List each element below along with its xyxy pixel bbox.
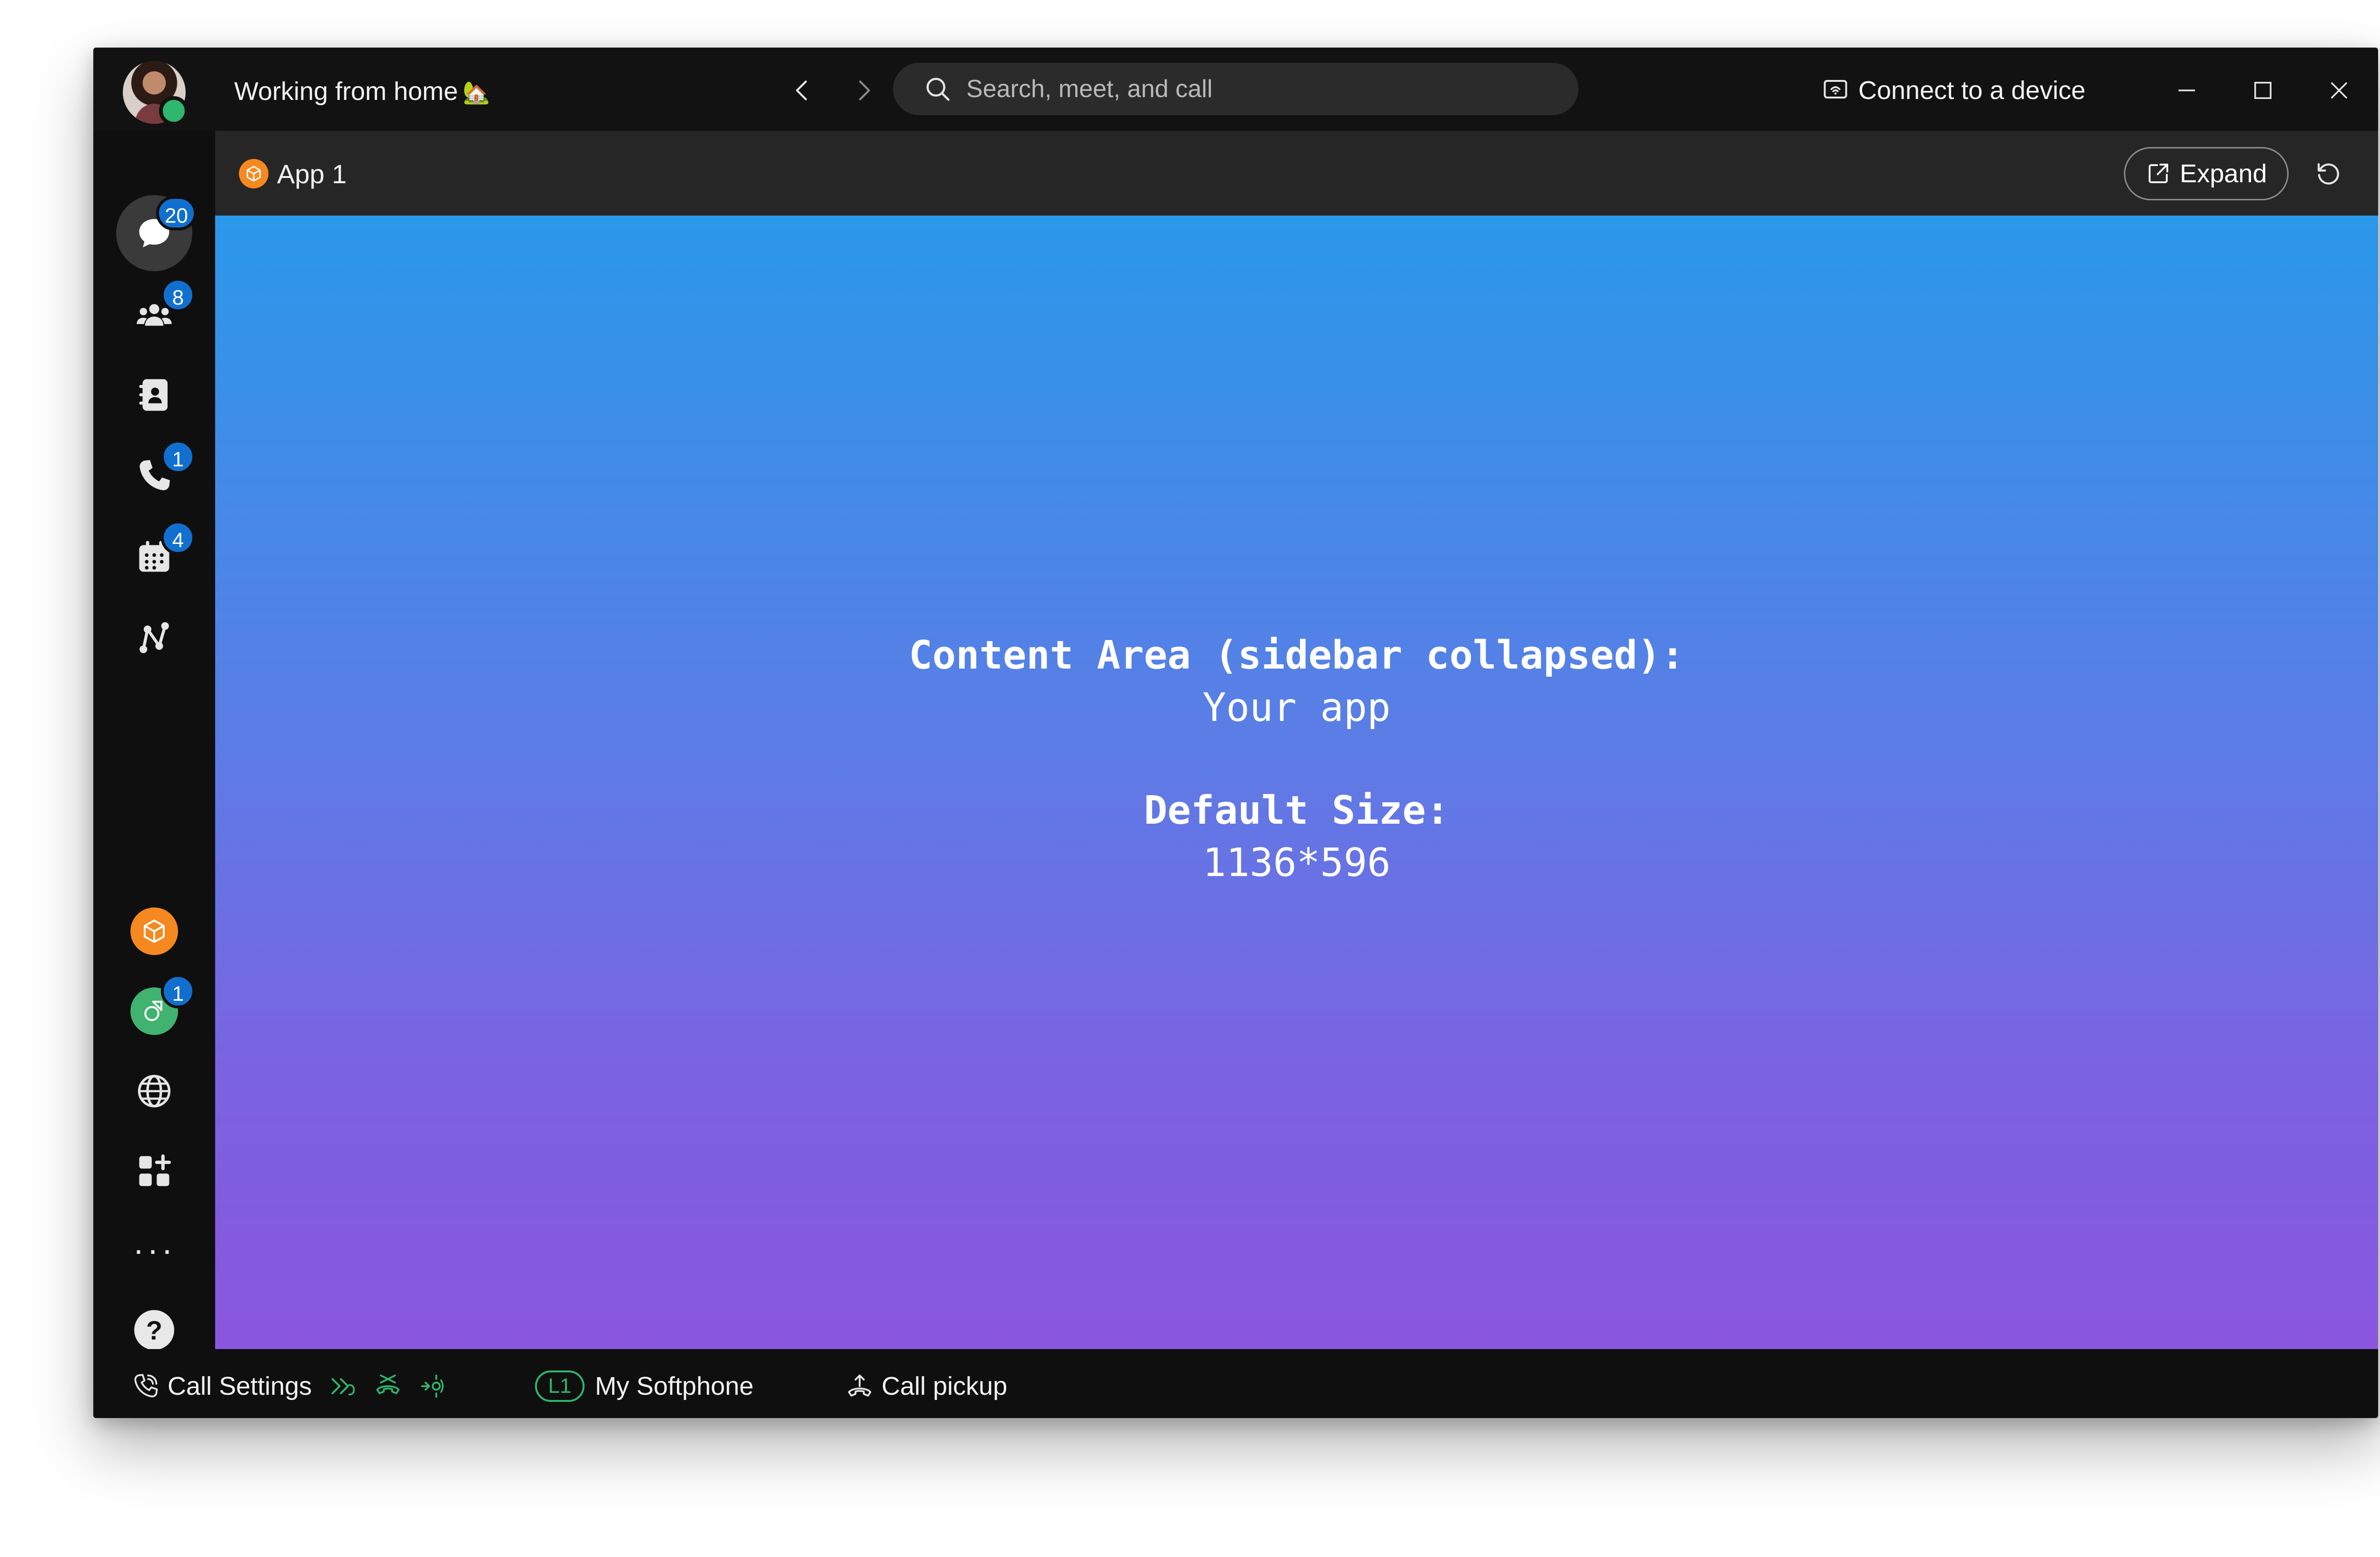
presence-status-indicator [159, 96, 188, 126]
call-pickup-button[interactable]: Call pickup [845, 1367, 1007, 1405]
more-options-icon: ··· [133, 1231, 176, 1269]
reload-button[interactable] [2305, 150, 2352, 197]
tab-app-label: App 1 [277, 158, 347, 189]
search-input[interactable] [965, 74, 1538, 104]
sidebar-item-connections[interactable] [116, 600, 192, 676]
default-size-value: 1136*596 [1202, 840, 1391, 886]
content-info-text: Content Area (sidebar collapsed): Your a… [215, 630, 2378, 889]
connect-label: Connect to a device [1858, 76, 2086, 105]
close-button[interactable] [2315, 67, 2363, 114]
app-window: Working from home🏡 Connect to a device [93, 48, 2378, 1418]
teams-badge: 8 [161, 278, 195, 312]
minimize-icon [2178, 89, 2195, 91]
messaging-unread-badge: 20 [156, 196, 197, 230]
home-emoji-icon: 🏡 [463, 80, 490, 105]
apps-add-icon [139, 1154, 171, 1186]
chevron-left-icon [796, 80, 807, 100]
search-icon [926, 78, 950, 101]
meetings-badge: 4 [161, 521, 195, 555]
app-cube-icon [130, 907, 178, 955]
call-settings-label: Call Settings [168, 1372, 312, 1400]
back-button[interactable] [783, 71, 822, 109]
tab-app-1[interactable]: App 1 [239, 155, 347, 193]
embedded-app-content-area[interactable]: Content Area (sidebar collapsed): Your a… [215, 216, 2378, 1349]
app-cube-icon [239, 159, 268, 188]
globe-icon [138, 1074, 171, 1108]
call-status-bar: Call Settings L1 My Softphone Call picku… [93, 1349, 2378, 1418]
network-nodes-icon [139, 622, 169, 653]
chevron-right-icon [859, 80, 870, 100]
status-message-text: Working from home [234, 77, 458, 106]
close-icon [2331, 82, 2347, 99]
line-selector-button[interactable]: L1 My Softphone [535, 1367, 754, 1405]
navigation-sidebar: 20 8 1 4 1 ··· ? [93, 131, 215, 1350]
app-tab-bar: App 1 Expand [215, 131, 2378, 216]
minimize-button[interactable] [2163, 67, 2211, 114]
refresh-icon [2318, 163, 2339, 185]
status-message[interactable]: Working from home 🏡 [234, 76, 490, 108]
single-number-reach-icon[interactable] [418, 1372, 447, 1400]
call-forward-icon[interactable] [329, 1372, 357, 1400]
sidebar-item-embedded-app-1[interactable] [116, 893, 192, 969]
calling-badge: 1 [161, 440, 195, 474]
profile-avatar[interactable] [123, 61, 188, 126]
line-badge: L1 [535, 1370, 585, 1402]
sidebar-item-calling[interactable]: 1 [116, 438, 195, 514]
device-connect-icon [1824, 80, 1847, 99]
call-settings-button[interactable]: Call Settings [131, 1367, 447, 1405]
embedded-app-badge: 1 [161, 974, 195, 1008]
sidebar-item-teams[interactable]: 8 [116, 276, 195, 352]
call-pickup-icon [848, 1374, 872, 1397]
maximize-icon [2254, 82, 2271, 99]
search-bar[interactable] [893, 63, 1578, 115]
connect-to-device-button[interactable]: Connect to a device [1821, 71, 2085, 109]
external-open-icon [2149, 163, 2169, 183]
forward-button[interactable] [844, 71, 883, 109]
content-title: Content Area (sidebar collapsed): [909, 633, 1685, 678]
expand-button[interactable]: Expand [2124, 147, 2289, 200]
content-subtitle: Your app [1202, 685, 1391, 730]
call-pickup-label: Call pickup [882, 1372, 1008, 1400]
default-size-title: Default Size: [1144, 788, 1449, 833]
softphone-label: My Softphone [595, 1372, 754, 1400]
maximize-button[interactable] [2239, 67, 2287, 114]
contacts-book-icon [139, 379, 168, 411]
sidebar-item-add-apps[interactable] [116, 1133, 192, 1209]
phone-settings-icon [134, 1374, 158, 1398]
help-icon: ? [134, 1310, 174, 1350]
title-bar: Working from home🏡 Connect to a device [93, 48, 2378, 131]
sidebar-item-contacts[interactable] [116, 357, 192, 433]
do-not-disturb-call-icon[interactable] [374, 1372, 402, 1400]
expand-label: Expand [2180, 159, 2267, 188]
sidebar-item-messaging[interactable]: 20 [116, 195, 197, 271]
sidebar-item-meetings[interactable]: 4 [116, 519, 195, 595]
sidebar-item-embedded-app-2[interactable]: 1 [116, 973, 195, 1049]
sidebar-item-web[interactable] [116, 1053, 192, 1129]
sidebar-more-button[interactable]: ··· [116, 1212, 192, 1288]
